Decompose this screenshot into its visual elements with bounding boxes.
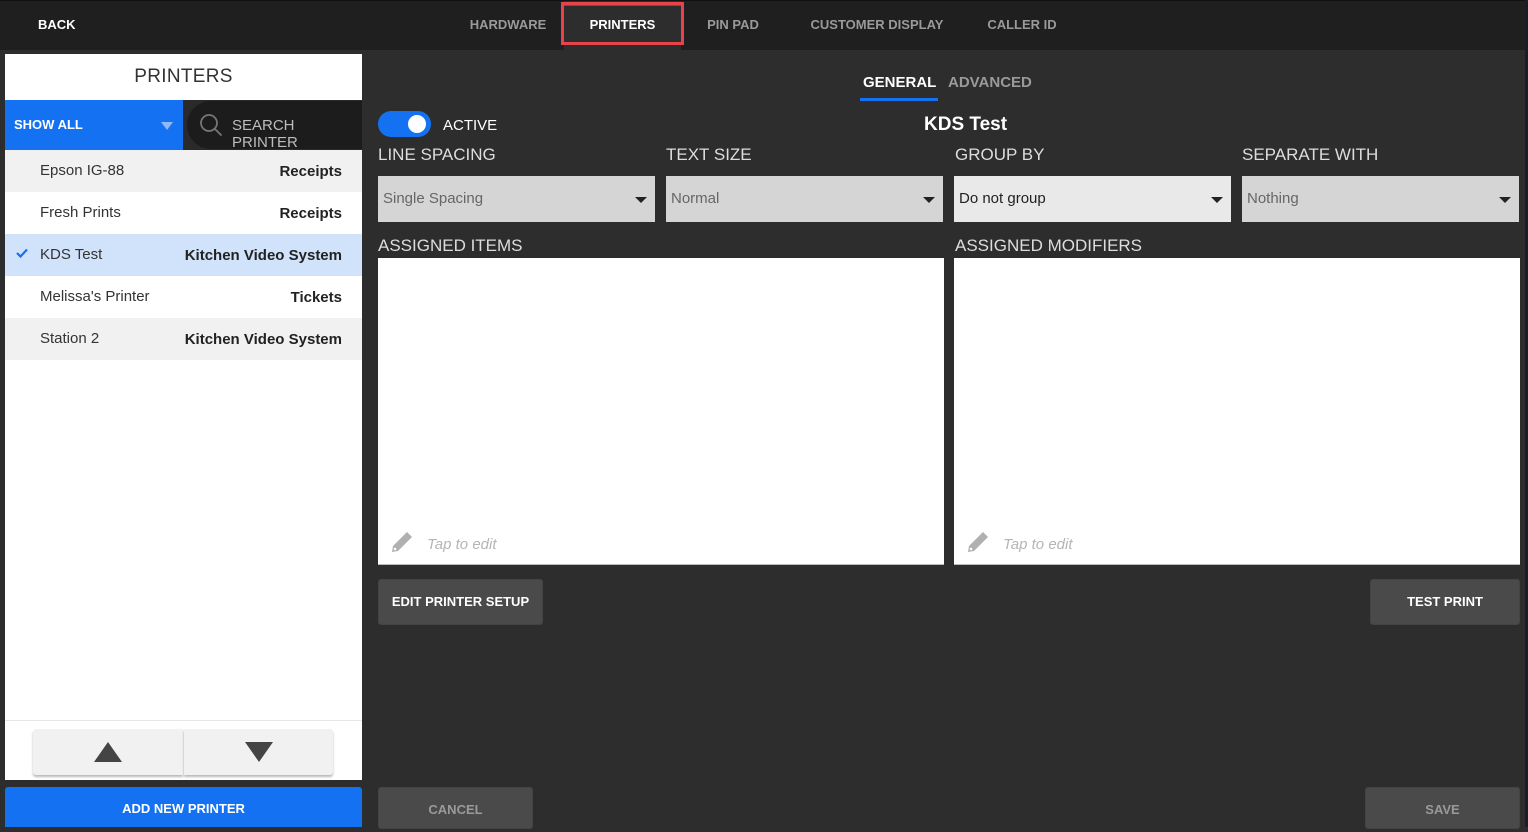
active-toggle[interactable] bbox=[378, 111, 431, 137]
show-all-label: SHOW ALL bbox=[14, 117, 83, 132]
printer-type: Kitchen Video System bbox=[184, 247, 342, 264]
chevron-down-icon bbox=[635, 197, 647, 203]
printer-name: KDS Test bbox=[40, 246, 103, 263]
app-window: BACK HARDWARE PRINTERS PIN PAD CUSTOMER … bbox=[0, 0, 1528, 829]
printer-list: Epson IG-88 Receipts Fresh Prints Receip… bbox=[5, 150, 362, 360]
pencil-icon bbox=[968, 532, 988, 552]
top-nav-bar: BACK HARDWARE PRINTERS PIN PAD CUSTOMER … bbox=[0, 0, 1525, 51]
printer-list-item[interactable]: Melissa's Printer Tickets bbox=[5, 276, 362, 318]
printer-list-item[interactable]: Station 2 Kitchen Video System bbox=[5, 318, 362, 360]
line-spacing-select[interactable]: Single Spacing bbox=[378, 176, 655, 222]
printer-list-item[interactable]: Epson IG-88 Receipts bbox=[5, 150, 362, 192]
tab-advanced[interactable]: ADVANCED bbox=[948, 74, 1032, 91]
printer-name: Epson IG-88 bbox=[40, 162, 125, 179]
search-icon bbox=[200, 114, 222, 136]
pencil-icon bbox=[392, 532, 412, 552]
tab-hardware[interactable]: HARDWARE bbox=[458, 1, 558, 51]
add-new-printer-button[interactable]: ADD NEW PRINTER bbox=[5, 787, 362, 827]
group-by-value: Do not group bbox=[959, 190, 1046, 207]
sidebar-title: PRINTERS bbox=[134, 66, 233, 87]
assigned-modifiers-label: ASSIGNED MODIFIERS bbox=[955, 236, 1143, 255]
separate-with-label: SEPARATE WITH bbox=[1242, 145, 1379, 164]
show-all-dropdown[interactable]: SHOW ALL bbox=[5, 100, 183, 150]
printer-type: Kitchen Video System bbox=[184, 331, 342, 348]
printer-list-item[interactable]: Fresh Prints Receipts bbox=[5, 192, 362, 234]
chevron-down-icon bbox=[923, 197, 935, 203]
line-spacing-label: LINE SPACING bbox=[378, 145, 496, 164]
general-tab-indicator bbox=[860, 98, 938, 101]
triangle-up-icon bbox=[94, 742, 122, 762]
tab-printers[interactable]: PRINTERS bbox=[564, 1, 681, 51]
move-up-button[interactable] bbox=[33, 729, 183, 775]
reorder-controls bbox=[5, 720, 362, 780]
chevron-down-icon bbox=[161, 122, 173, 130]
chevron-down-icon bbox=[1499, 197, 1511, 203]
filter-row: SHOW ALL SEARCH PRINTER bbox=[5, 100, 362, 151]
chevron-down-icon bbox=[1211, 197, 1223, 203]
test-print-button[interactable]: TEST PRINT bbox=[1370, 579, 1520, 625]
assigned-items-label: ASSIGNED ITEMS bbox=[378, 236, 523, 255]
move-down-button[interactable] bbox=[184, 729, 333, 775]
printer-name: Station 2 bbox=[40, 330, 100, 347]
separate-with-value: Nothing bbox=[1247, 190, 1299, 207]
back-button[interactable]: BACK bbox=[38, 17, 76, 32]
cancel-button[interactable]: CANCEL bbox=[378, 787, 533, 829]
tap-to-edit-hint: Tap to edit bbox=[427, 536, 497, 553]
printer-name: Fresh Prints bbox=[40, 204, 121, 221]
group-by-label: GROUP BY bbox=[955, 145, 1045, 164]
printer-list-item-selected[interactable]: KDS Test Kitchen Video System bbox=[5, 234, 362, 276]
text-size-value: Normal bbox=[671, 190, 720, 207]
checkmark-icon bbox=[16, 248, 28, 258]
assigned-items-box[interactable]: Tap to edit bbox=[378, 258, 944, 565]
tab-customer-display[interactable]: CUSTOMER DISPLAY bbox=[797, 1, 957, 51]
active-tab-indicator bbox=[564, 5, 681, 6]
assigned-modifiers-box[interactable]: Tap to edit bbox=[954, 258, 1520, 565]
search-field[interactable]: SEARCH PRINTER bbox=[187, 101, 362, 151]
save-button[interactable]: SAVE bbox=[1365, 787, 1520, 829]
line-spacing-value: Single Spacing bbox=[383, 190, 484, 207]
printer-type: Tickets bbox=[290, 289, 342, 306]
search-placeholder: SEARCH PRINTER bbox=[232, 117, 298, 151]
text-size-label: TEXT SIZE bbox=[666, 145, 752, 164]
text-size-select[interactable]: Normal bbox=[666, 176, 943, 222]
printer-name: Melissa's Printer bbox=[40, 288, 150, 305]
printer-type: Receipts bbox=[279, 205, 342, 222]
search-printer-input[interactable]: SEARCH PRINTER bbox=[183, 100, 362, 151]
tab-pin-pad[interactable]: PIN PAD bbox=[695, 1, 771, 51]
tab-general[interactable]: GENERAL bbox=[863, 74, 936, 91]
edit-printer-setup-button[interactable]: EDIT PRINTER SETUP bbox=[378, 579, 543, 625]
toggle-knob bbox=[408, 115, 426, 133]
group-by-select[interactable]: Do not group bbox=[954, 176, 1231, 222]
printers-sidebar: PRINTERS SHOW ALL SEARCH PRINTER Epson I… bbox=[5, 54, 362, 780]
tab-caller-id[interactable]: CALLER ID bbox=[978, 1, 1066, 51]
tap-to-edit-hint: Tap to edit bbox=[1003, 536, 1073, 553]
printer-title: KDS Test bbox=[924, 114, 1008, 135]
active-label: ACTIVE bbox=[443, 117, 498, 134]
separate-with-select[interactable]: Nothing bbox=[1242, 176, 1519, 222]
printer-type: Receipts bbox=[279, 163, 342, 180]
triangle-down-icon bbox=[245, 742, 273, 762]
